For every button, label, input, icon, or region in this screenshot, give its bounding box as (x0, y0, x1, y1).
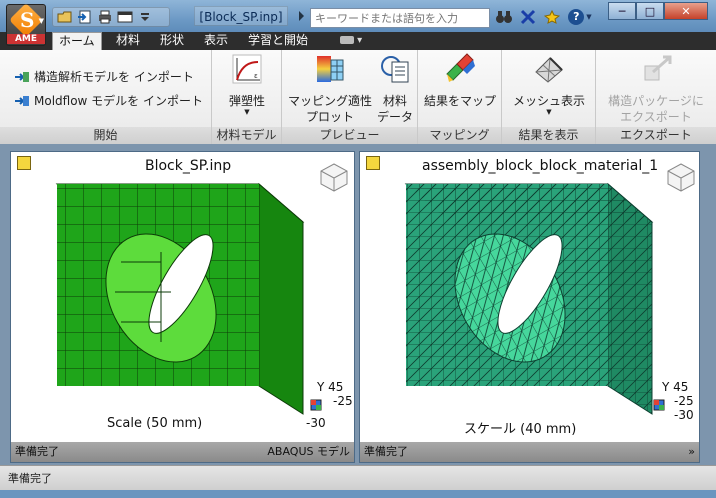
title-bar: S ▼ AME [Block_SP.inp] ? (0, 0, 716, 46)
elastoplastic-button[interactable]: ε 弾塑性 ▼ (220, 52, 274, 116)
export-package-icon (644, 55, 672, 81)
group-label-preview: プレビュー (282, 127, 417, 144)
ribbon-tabs: ホーム 材料 形状 表示 学習と開始 ▾ (0, 32, 716, 50)
group-label-mapping: マッピング (418, 127, 501, 144)
quick-access-toolbar (52, 7, 170, 27)
viewcube-icon[interactable] (666, 162, 696, 192)
scale-label: スケール (40 mm) (464, 422, 577, 437)
tab-geometry[interactable]: 形状 (154, 32, 190, 50)
import-icon[interactable] (76, 9, 94, 25)
group-display-results: メッシュ表示 ▼ 結果を表示 (502, 50, 596, 144)
exchange-icon[interactable] (518, 8, 538, 26)
viewcube-icon[interactable] (319, 162, 349, 192)
customize-qat-icon[interactable] (136, 9, 154, 25)
tab-material[interactable]: 材料 (110, 32, 146, 50)
help-icon: ? (568, 9, 585, 25)
mesh-display-icon (535, 57, 563, 83)
lock-icon[interactable] (17, 156, 31, 170)
search-expand-icon[interactable] (299, 11, 304, 21)
svg-text:ε: ε (254, 72, 258, 80)
search-input[interactable] (310, 8, 490, 28)
maximize-button[interactable]: □ (636, 2, 664, 20)
binoculars-icon[interactable] (494, 8, 514, 26)
open-folder-icon[interactable] (56, 9, 74, 25)
stress-strain-icon: ε (232, 54, 262, 84)
material-data-button[interactable]: 材料 データ (374, 52, 416, 124)
application-menu-button[interactable]: S ▼ AME (6, 3, 46, 46)
map-results-icon (446, 53, 475, 82)
group-preview: マッピング適性 プロット 材料 データ プレビュー (282, 50, 418, 144)
window-icon[interactable] (116, 9, 134, 25)
group-export: 構造パッケージに エクスポート エクスポート (596, 50, 716, 144)
print-icon[interactable] (96, 9, 114, 25)
chevron-down-icon: ▼ (586, 13, 592, 21)
lock-icon[interactable] (366, 156, 380, 170)
viewport-status-bar: 準備完了 » (360, 442, 699, 462)
target-mesh-view[interactable] (360, 152, 699, 442)
group-mapping: 結果をマップ マッピング (418, 50, 502, 144)
source-mesh-view[interactable] (11, 152, 354, 442)
mapping-plot-icon (317, 56, 344, 82)
axis-triad-readout-left-x: -30 (306, 416, 326, 430)
workspace: Block_SP.inp Y 45 -25 Scale (50 mm) 準備完了… (0, 144, 716, 465)
tab-home[interactable]: ホーム (52, 32, 102, 50)
group-label-export: エクスポート (596, 127, 716, 144)
mapping-plot-button[interactable]: マッピング適性 プロット (286, 52, 374, 124)
group-start: 構造解析モデルを インポート Moldflow モデルを インポート 開始 (0, 50, 212, 144)
group-label-display: 結果を表示 (502, 127, 595, 144)
import-model-icon (15, 71, 29, 82)
minimize-button[interactable]: ─ (608, 2, 636, 20)
star-icon[interactable] (542, 8, 562, 26)
tab-learn[interactable]: 学習と開始 (242, 32, 314, 50)
ribbon-minimize-icon[interactable]: ▾ (340, 35, 362, 46)
viewport-title: assembly_block_block_material_1 (422, 158, 659, 174)
material-data-icon (381, 56, 409, 83)
chevron-down-icon: ▼ (546, 108, 552, 116)
viewport-status-bar: 準備完了 ABAQUS モデル (11, 442, 354, 462)
axis-triad-readout: Y 45 -25 (317, 380, 353, 408)
axis-triad-readout: Y 45 -25 -30 (662, 380, 694, 422)
export-structural-button[interactable]: 構造パッケージに エクスポート (600, 52, 712, 124)
tab-display[interactable]: 表示 (198, 32, 234, 50)
group-label-start: 開始 (0, 127, 211, 144)
app-badge: AME (7, 34, 45, 44)
import-structural-button[interactable]: 構造解析モデルを インポート (14, 68, 194, 85)
ribbon-panel: 構造解析モデルを インポート Moldflow モデルを インポート 開始 ε … (0, 50, 716, 144)
group-material-model: ε 弾塑性 ▼ 材料モデル (212, 50, 282, 144)
map-results-button[interactable]: 結果をマップ (422, 52, 498, 108)
viewport-title: Block_SP.inp (145, 158, 232, 174)
expand-icon[interactable]: » (688, 442, 695, 462)
help-button[interactable]: ? ▼ (566, 8, 594, 26)
viewport-source[interactable]: Block_SP.inp Y 45 -25 Scale (50 mm) 準備完了… (10, 151, 355, 463)
viewport-target[interactable]: assembly_block_block_material_1 Y 45 -25… (359, 151, 700, 463)
scale-label: Scale (50 mm) (107, 416, 203, 431)
import-moldflow-button[interactable]: Moldflow モデルを インポート (14, 92, 203, 109)
chevron-down-icon: ▼ (244, 108, 250, 116)
close-button[interactable]: ✕ (664, 2, 708, 20)
chevron-down-icon: ▼ (38, 17, 44, 25)
import-moldflow-icon (15, 95, 29, 106)
status-bar: 準備完了 (0, 465, 716, 490)
document-title: [Block_SP.inp] (194, 6, 288, 26)
group-label-material: 材料モデル (212, 127, 281, 144)
window-bottom-edge (0, 490, 716, 498)
mesh-display-button[interactable]: メッシュ表示 ▼ (508, 52, 590, 116)
